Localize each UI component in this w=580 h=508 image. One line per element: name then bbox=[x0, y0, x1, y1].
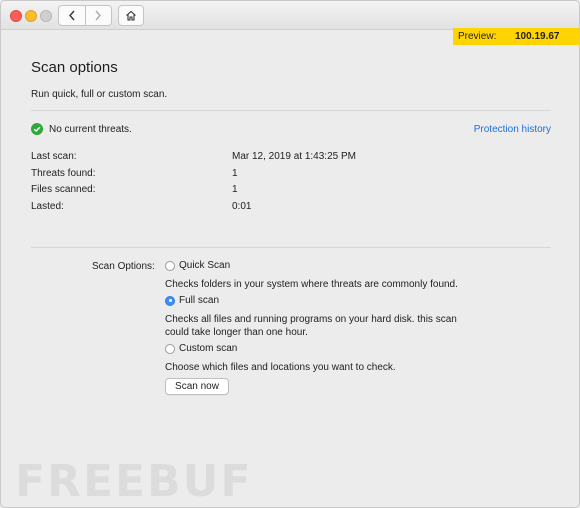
page-subtitle: Run quick, full or custom scan. bbox=[31, 89, 168, 100]
custom-scan-option[interactable]: Custom scan bbox=[165, 343, 237, 354]
custom-scan-description: Choose which files and locations you wan… bbox=[165, 362, 396, 373]
divider bbox=[31, 247, 551, 248]
threat-status: No current threats. bbox=[31, 123, 132, 135]
last-scan-value: Mar 12, 2019 at 1:43:25 PM bbox=[232, 151, 356, 162]
custom-scan-label: Custom scan bbox=[179, 343, 238, 354]
quick-scan-radio[interactable] bbox=[165, 260, 175, 271]
last-scan-label: Last scan: bbox=[31, 151, 77, 162]
titlebar bbox=[1, 1, 579, 30]
zoom-window-button[interactable] bbox=[40, 10, 52, 22]
forward-button[interactable] bbox=[84, 6, 112, 25]
full-scan-description: Checks all files and running programs on… bbox=[165, 314, 457, 338]
back-button[interactable] bbox=[59, 6, 85, 25]
threats-found-value: 1 bbox=[232, 168, 238, 179]
preview-version: 100.19.67 bbox=[515, 31, 560, 42]
scan-options-label: Scan Options: bbox=[92, 261, 155, 272]
quick-scan-description: Checks folders in your system where thre… bbox=[165, 279, 458, 290]
chevron-left-icon bbox=[68, 10, 75, 21]
close-window-button[interactable] bbox=[10, 10, 22, 22]
threat-status-text: No current threats. bbox=[49, 123, 132, 135]
files-scanned-value: 1 bbox=[232, 184, 238, 195]
scan-now-button[interactable]: Scan now bbox=[165, 378, 229, 395]
lasted-label: Lasted: bbox=[31, 201, 64, 212]
page-title: Scan options bbox=[31, 59, 118, 76]
home-icon bbox=[126, 10, 136, 21]
nav-buttons bbox=[58, 5, 112, 26]
divider bbox=[31, 110, 551, 111]
files-scanned-label: Files scanned: bbox=[31, 184, 96, 195]
quick-scan-label: Quick Scan bbox=[179, 260, 231, 271]
app-window: Preview: 100.19.67 Scan options Run quic… bbox=[0, 0, 580, 508]
custom-scan-radio[interactable] bbox=[165, 343, 175, 354]
minimize-window-button[interactable] bbox=[25, 10, 37, 22]
green-check-icon bbox=[31, 123, 43, 135]
quick-scan-option[interactable]: Quick Scan bbox=[165, 260, 230, 271]
lasted-value: 0:01 bbox=[232, 201, 252, 212]
preview-label: Preview: bbox=[458, 31, 497, 42]
threats-found-label: Threats found: bbox=[31, 168, 96, 179]
full-scan-radio[interactable] bbox=[165, 295, 175, 306]
freebuf-watermark: FREEBUF bbox=[15, 456, 253, 507]
home-button[interactable] bbox=[118, 5, 144, 26]
full-scan-option[interactable]: Full scan bbox=[165, 295, 219, 306]
chevron-right-icon bbox=[95, 10, 102, 21]
protection-history-link[interactable]: Protection history bbox=[474, 124, 551, 135]
preview-badge: Preview: 100.19.67 bbox=[453, 28, 579, 45]
full-scan-label: Full scan bbox=[179, 295, 220, 306]
